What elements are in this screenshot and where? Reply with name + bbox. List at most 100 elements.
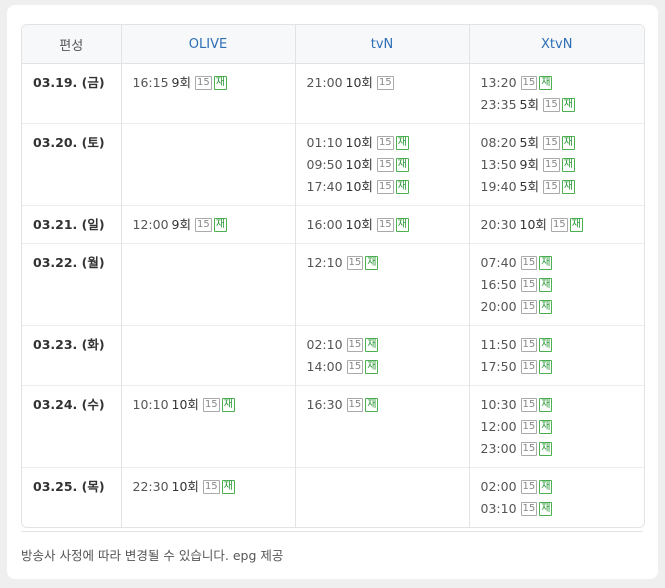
cell-olive [120,123,295,206]
cell-olive: 22:30 10회 15 재 [120,467,295,527]
header-channel-olive[interactable]: OLIVE [120,25,295,64]
slot-time: 13:50 [480,157,517,172]
rating-15-badge: 15 [520,419,538,434]
rating-15-badge: 15 [376,217,394,232]
table-header-row: 편성 OLIVE tvN XtvN [22,25,644,64]
broadcast-slot[interactable]: 13:20 15 재 [481,72,634,94]
rerun-badge: 재 [213,217,227,232]
slot-time: 07:40 [480,255,517,270]
cell-tvn: 02:10 15 재 14:00 15 재 [294,325,469,386]
broadcast-slot[interactable]: 11:50 15 재 [481,334,634,356]
slot-time: 09:50 [306,157,343,172]
broadcast-slot[interactable]: 17:50 15 재 [481,356,634,378]
broadcast-slot[interactable]: 23:35 5회 15 재 [481,94,634,116]
broadcast-slot[interactable]: 02:00 15 재 [481,476,634,498]
broadcast-slot[interactable]: 19:40 5회 15 재 [481,176,634,198]
slot-episode: 10회 [171,397,199,412]
slot-episode: 10회 [345,179,373,194]
cell-olive: 12:00 9회 15 재 [120,205,295,244]
cell-xtvn: 13:20 15 재 23:35 5회 15 재 [468,63,644,124]
row-date: 03.25. (목) [22,467,121,527]
row-date: 03.22. (월) [22,243,121,326]
broadcast-slot[interactable]: 12:00 9회 15 재 [133,214,284,236]
slot-episode: 10회 [345,217,373,232]
rating-15-badge: 15 [520,277,538,292]
slot-time: 21:00 [306,75,343,90]
slot-episode: 5회 [519,135,539,150]
broadcast-slot[interactable]: 21:00 10회 15 [307,72,458,94]
cell-xtvn: 10:30 15 재 12:00 15 재 23:00 15 재 [468,385,644,468]
cell-tvn: 16:30 15 재 [294,385,469,468]
rating-15-badge: 15 [520,397,538,412]
broadcast-slot[interactable]: 01:10 10회 15 재 [307,132,458,154]
broadcast-slot[interactable]: 08:20 5회 15 재 [481,132,634,154]
broadcast-slot[interactable]: 16:30 15 재 [307,394,458,416]
cell-tvn: 21:00 10회 15 [294,63,469,124]
broadcast-slot[interactable]: 10:30 15 재 [481,394,634,416]
broadcast-slot[interactable]: 14:00 15 재 [307,356,458,378]
header-channel-tvn[interactable]: tvN [294,25,469,64]
row-date: 03.20. (토) [22,123,121,206]
slot-time: 12:00 [132,217,169,232]
broadcast-slot[interactable]: 16:15 9회 15 재 [133,72,284,94]
rating-15-badge: 15 [520,479,538,494]
broadcast-slot[interactable]: 12:00 15 재 [481,416,634,438]
slot-time: 01:10 [306,135,343,150]
rerun-badge: 재 [221,479,235,494]
slot-episode: 9회 [519,157,539,172]
broadcast-slot[interactable]: 07:40 15 재 [481,252,634,274]
rerun-badge: 재 [365,359,379,374]
rerun-badge: 재 [395,135,409,150]
slot-time: 16:30 [306,397,343,412]
rating-15-badge: 15 [520,501,538,516]
rating-15-badge: 15 [194,75,212,90]
slot-time: 23:00 [480,441,517,456]
slot-time: 12:00 [480,419,517,434]
rerun-badge: 재 [365,337,379,352]
rating-15-badge: 15 [542,97,560,112]
schedule-card: 편성 OLIVE tvN XtvN 03.19. (금) 16:15 9회 15 재 21… [7,5,658,579]
broadcast-slot[interactable]: 03:10 15 재 [481,498,634,520]
cell-olive [120,325,295,386]
rating-15-badge: 15 [520,75,538,90]
broadcast-slot[interactable]: 17:40 10회 15 재 [307,176,458,198]
slot-time: 22:30 [132,479,169,494]
table-row: 03.23. (화) 02:10 15 재 14:00 15 재 11:50 15 재 17:50 1… [22,325,644,386]
rerun-badge: 재 [213,75,227,90]
broadcast-slot[interactable]: 20:30 10회 15 재 [481,214,634,236]
rerun-badge: 재 [539,397,553,412]
slot-episode: 5회 [519,97,539,112]
slot-episode: 5회 [519,179,539,194]
broadcast-slot[interactable]: 22:30 10회 15 재 [133,476,284,498]
cell-xtvn: 07:40 15 재 16:50 15 재 20:00 15 재 [468,243,644,326]
rating-15-badge: 15 [542,135,560,150]
broadcast-slot[interactable]: 23:00 15 재 [481,438,634,460]
rerun-badge: 재 [365,397,379,412]
broadcast-slot[interactable]: 13:50 9회 15 재 [481,154,634,176]
broadcast-slot[interactable]: 02:10 15 재 [307,334,458,356]
broadcast-slot[interactable]: 10:10 10회 15 재 [133,394,284,416]
cell-tvn: 16:00 10회 15 재 [294,205,469,244]
broadcast-slot[interactable]: 09:50 10회 15 재 [307,154,458,176]
cell-xtvn: 02:00 15 재 03:10 15 재 [468,467,644,527]
slot-time: 08:20 [480,135,517,150]
rating-15-badge: 15 [550,217,568,232]
rerun-badge: 재 [539,501,553,516]
broadcast-slot[interactable]: 20:00 15 재 [481,296,634,318]
header-channel-xtvn[interactable]: XtvN [468,25,644,64]
broadcast-slot[interactable]: 16:00 10회 15 재 [307,214,458,236]
header-schedule: 편성 [22,25,121,64]
slot-episode: 10회 [519,217,547,232]
rating-15-badge: 15 [346,337,364,352]
rerun-badge: 재 [395,157,409,172]
rating-15-badge: 15 [376,179,394,194]
broadcast-slot[interactable]: 12:10 15 재 [307,252,458,274]
rerun-badge: 재 [539,299,553,314]
slot-time: 23:35 [480,97,517,112]
rerun-badge: 재 [539,419,553,434]
broadcast-slot[interactable]: 16:50 15 재 [481,274,634,296]
rerun-badge: 재 [539,441,553,456]
slot-time: 19:40 [480,179,517,194]
slot-episode: 10회 [345,157,373,172]
slot-time: 03:10 [480,501,517,516]
